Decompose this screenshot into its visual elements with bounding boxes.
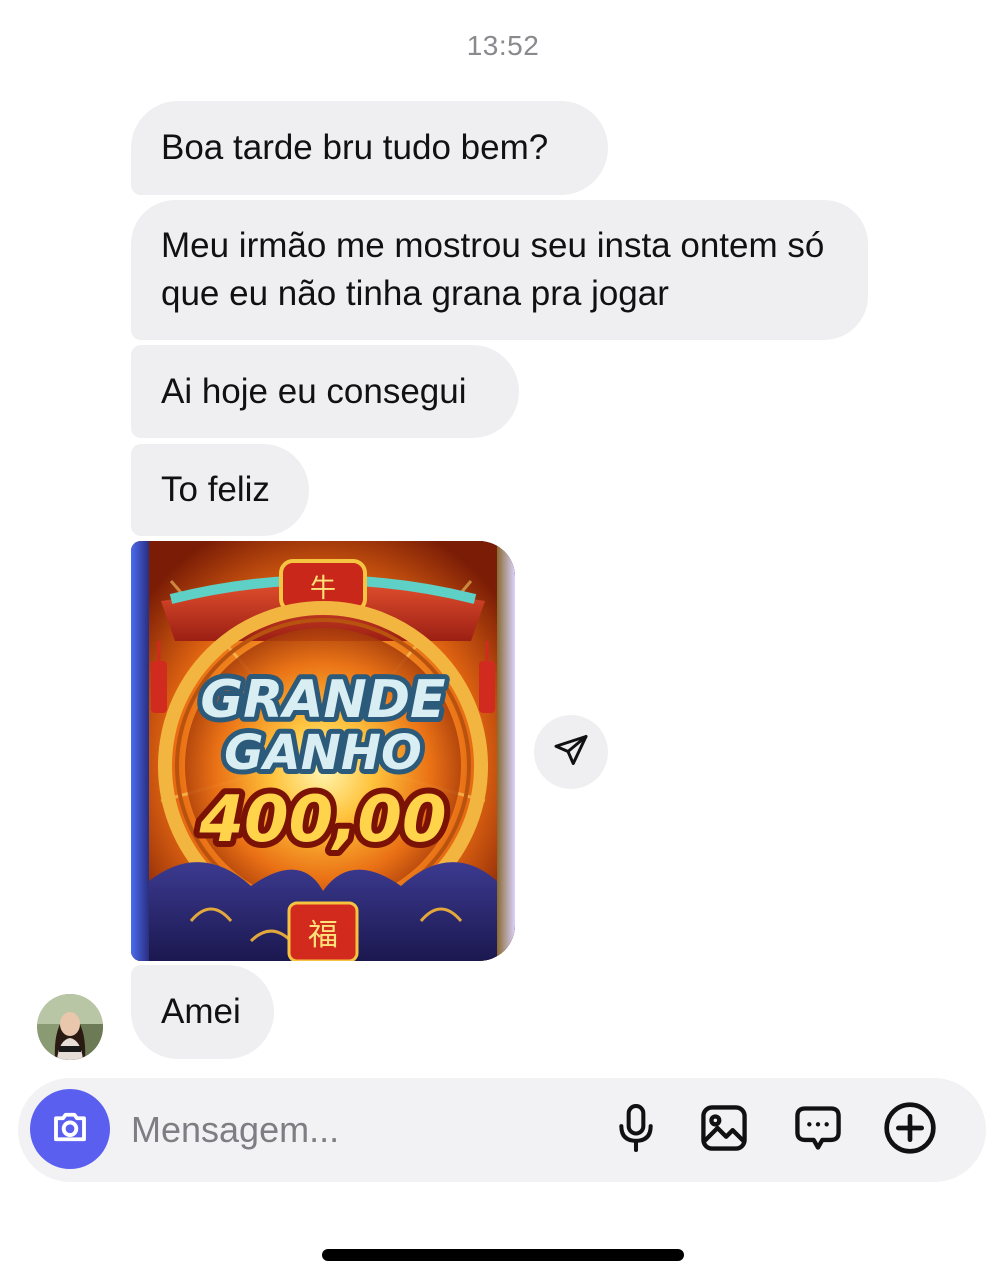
home-indicator[interactable]	[322, 1249, 684, 1261]
message-bubble[interactable]: Ai hoje eu consegui	[131, 345, 519, 438]
microphone-icon	[614, 1102, 658, 1159]
share-button[interactable]	[534, 715, 608, 789]
more-button[interactable]	[882, 1100, 938, 1161]
message-bubble[interactable]: Amei	[131, 965, 274, 1059]
plus-circle-icon	[882, 1100, 938, 1161]
message-composer	[18, 1078, 986, 1182]
message-timestamp: 13:52	[466, 30, 540, 61]
camera-icon	[49, 1106, 91, 1153]
title-line2: GANHO	[224, 725, 422, 781]
microphone-button[interactable]	[608, 1102, 664, 1158]
amount-text: 400,00	[199, 783, 447, 857]
message-text: Meu irmão me mostrou seu insta ontem só …	[161, 226, 825, 313]
avatar[interactable]	[37, 994, 103, 1060]
sticker-button[interactable]	[790, 1102, 846, 1158]
message-text: Ai hoje eu consegui	[161, 371, 467, 411]
paper-plane-icon	[553, 732, 589, 773]
badge-bottom: 福	[308, 918, 338, 953]
image-message[interactable]: 牛 福 GRANDE GRANDE GANHO GANHO 400,00 400…	[131, 541, 515, 961]
title-line1: GRANDE	[200, 670, 445, 730]
message-text: Amei	[161, 992, 241, 1031]
message-text: Boa tarde bru tudo bem?	[161, 128, 549, 167]
message-text: To feliz	[161, 470, 270, 509]
message-bubble[interactable]: Meu irmão me mostrou seu insta ontem só …	[131, 200, 868, 340]
gallery-button[interactable]	[696, 1102, 752, 1158]
message-input[interactable]	[131, 1104, 571, 1156]
message-bubble[interactable]: To feliz	[131, 444, 309, 536]
camera-button[interactable]	[30, 1089, 110, 1169]
badge-top: 牛	[310, 574, 336, 604]
chat-bubble-icon	[792, 1102, 844, 1159]
image-icon	[698, 1102, 750, 1159]
message-bubble[interactable]: Boa tarde bru tudo bem?	[131, 101, 608, 195]
